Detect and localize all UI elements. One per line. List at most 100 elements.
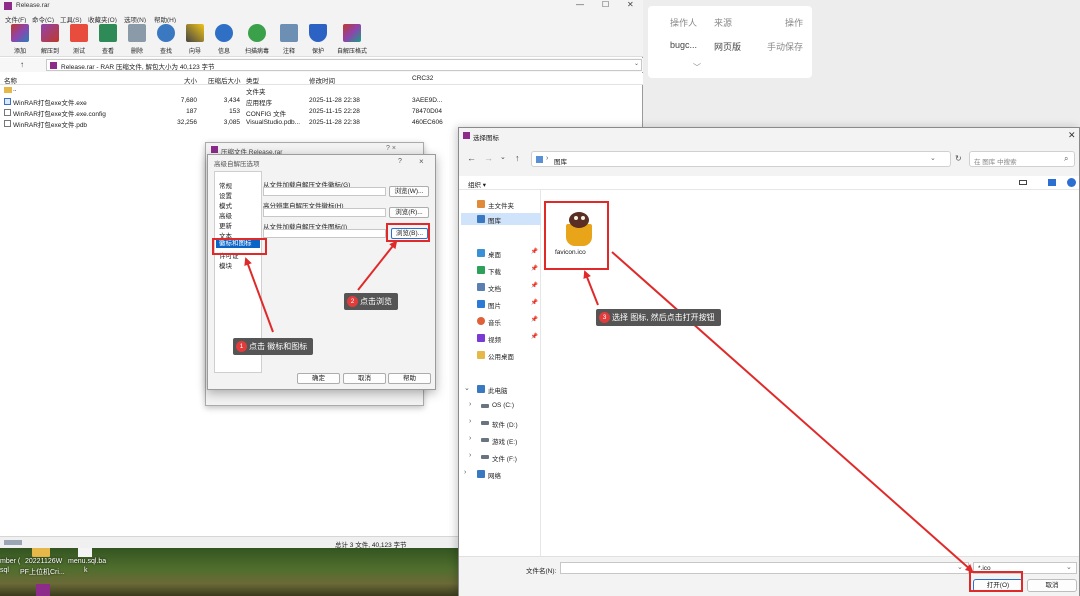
close-icon[interactable]: ✕ bbox=[627, 0, 634, 9]
filename-input[interactable]: ⌄ bbox=[560, 562, 969, 574]
sidebar-item-drive-f[interactable]: › 文件 (F:) bbox=[459, 451, 541, 463]
close-icon[interactable]: ✕ bbox=[1068, 130, 1076, 141]
folder-icon[interactable] bbox=[32, 547, 50, 557]
back-arrow-icon[interactable]: ← bbox=[467, 153, 476, 163]
pin-icon[interactable]: 📌 bbox=[531, 333, 538, 340]
chevron-right-icon[interactable]: › bbox=[469, 401, 471, 408]
document-icon[interactable] bbox=[78, 547, 92, 557]
browse-hires-button[interactable]: 浏览(R)... bbox=[389, 207, 429, 218]
open-button[interactable]: 打开(O) bbox=[973, 579, 1023, 592]
browse-logo-button[interactable]: 浏览(W)... bbox=[389, 186, 429, 197]
sidebar-item-pictures[interactable]: 图片 📌 bbox=[459, 298, 541, 310]
help-button[interactable]: 帮助 bbox=[388, 373, 431, 384]
sidebar-item-drive-c[interactable]: › OS (C:) bbox=[459, 400, 541, 412]
dialog-controls[interactable]: ? × bbox=[386, 145, 396, 152]
chevron-right-icon[interactable]: › bbox=[469, 418, 471, 425]
chevron-down-icon[interactable]: ﹀ bbox=[693, 62, 701, 73]
category-license[interactable]: 许可证 bbox=[219, 250, 239, 260]
pin-icon[interactable]: 📌 bbox=[531, 248, 538, 255]
minimize-icon[interactable]: — bbox=[576, 0, 584, 9]
pin-icon[interactable]: 📌 bbox=[531, 282, 538, 289]
category-advanced[interactable]: 高级 bbox=[219, 210, 232, 220]
winrar-desktop-icon[interactable] bbox=[36, 584, 50, 596]
view-mode-icon[interactable] bbox=[1019, 180, 1027, 185]
sidebar-item-desktop[interactable]: 桌面 📌 bbox=[459, 247, 541, 259]
breadcrumb-gallery[interactable]: 图库 bbox=[554, 156, 567, 166]
ok-button[interactable]: 确定 bbox=[297, 373, 340, 384]
help-icon[interactable] bbox=[1067, 178, 1076, 187]
file-tile[interactable]: favicon.ico bbox=[548, 204, 608, 270]
delete-button[interactable]: 删除 bbox=[123, 24, 151, 56]
desktop-label[interactable]: sql bbox=[0, 567, 9, 574]
help-icon[interactable]: ? bbox=[398, 158, 402, 165]
sidebar-item-drive-d[interactable]: › 软件 (D:) bbox=[459, 417, 541, 429]
pin-icon[interactable]: 📌 bbox=[531, 299, 538, 306]
category-modules[interactable]: 模块 bbox=[219, 260, 232, 270]
maximize-icon[interactable]: ☐ bbox=[602, 0, 609, 9]
sidebar-item-music[interactable]: 音乐 📌 bbox=[459, 315, 541, 327]
search-input[interactable]: 在 图库 中搜索 ⌕ bbox=[969, 151, 1075, 167]
address-field[interactable]: Release.rar - RAR 压缩文件, 解包大小为 40,123 字节 … bbox=[46, 59, 642, 71]
recent-chevron-icon[interactable]: ⌄ bbox=[500, 153, 506, 161]
table-row[interactable]: WinRAR打包exe文件.exe.config 187 153 CONFIG … bbox=[0, 107, 643, 118]
sidebar-item-public-desktop[interactable]: 公用桌面 bbox=[459, 349, 541, 361]
sfx-button[interactable]: 自解压格式 bbox=[335, 24, 369, 56]
category-setup[interactable]: 设置 bbox=[219, 190, 232, 200]
column-packed[interactable]: 压缩后大小 bbox=[208, 75, 241, 85]
column-type[interactable]: 类型 bbox=[246, 75, 259, 85]
desktop-label[interactable]: PF上位机Cri... bbox=[20, 567, 65, 577]
sidebar-item-videos[interactable]: 视频 📌 bbox=[459, 332, 541, 344]
logo-file-input[interactable] bbox=[263, 187, 386, 196]
chevron-down-icon[interactable]: ⌄ bbox=[957, 563, 963, 571]
hires-logo-input[interactable] bbox=[263, 208, 386, 217]
column-modified[interactable]: 修改时间 bbox=[309, 75, 335, 85]
category-text[interactable]: 文本 bbox=[219, 230, 232, 240]
info-button[interactable]: 信息 bbox=[210, 24, 238, 56]
table-row[interactable]: WinRAR打包exe文件.exe 7,680 3,434 应用程序 2025-… bbox=[0, 96, 643, 107]
sidebar-item-downloads[interactable]: 下载 📌 bbox=[459, 264, 541, 276]
chevron-right-icon[interactable]: › bbox=[464, 469, 466, 476]
forward-arrow-icon[interactable]: → bbox=[484, 153, 493, 163]
up-arrow-icon[interactable]: ↑ bbox=[515, 153, 520, 163]
desktop-label[interactable]: k bbox=[84, 567, 88, 574]
category-update[interactable]: 更新 bbox=[219, 220, 232, 230]
extract-to-button[interactable]: 解压到 bbox=[36, 24, 64, 56]
column-name[interactable]: 名称 bbox=[4, 75, 17, 85]
sidebar-item-network[interactable]: › 网络 bbox=[459, 468, 541, 480]
chevron-right-icon[interactable]: › bbox=[469, 452, 471, 459]
category-modes[interactable]: 模式 bbox=[219, 200, 232, 210]
close-icon[interactable]: × bbox=[419, 157, 424, 166]
breadcrumb[interactable]: › 图库 ⌄ bbox=[531, 151, 951, 167]
pin-icon[interactable]: 📌 bbox=[531, 316, 538, 323]
cancel-button[interactable]: 取消 bbox=[343, 373, 386, 384]
sidebar-item-gallery[interactable]: 图库 bbox=[461, 213, 541, 225]
comment-button[interactable]: 注释 bbox=[275, 24, 303, 56]
chevron-right-icon[interactable]: › bbox=[469, 435, 471, 442]
category-general[interactable]: 常规 bbox=[219, 180, 232, 190]
test-button[interactable]: 测试 bbox=[65, 24, 93, 56]
wizard-button[interactable]: 向导 bbox=[181, 24, 209, 56]
desktop-label[interactable]: 20221126W bbox=[25, 558, 62, 565]
protect-button[interactable]: 保护 bbox=[304, 24, 332, 56]
add-button[interactable]: 添加 bbox=[6, 24, 34, 56]
view-button[interactable]: 查看 bbox=[94, 24, 122, 56]
organize-button[interactable]: 组织 ▾ bbox=[468, 179, 486, 189]
chevron-down-icon[interactable]: ⌄ bbox=[1066, 563, 1072, 571]
desktop-label[interactable]: menu.sql.ba bbox=[68, 558, 106, 565]
desktop-label[interactable]: mber ( bbox=[0, 558, 20, 565]
up-arrow-icon[interactable]: ↑ bbox=[20, 60, 24, 69]
chevron-down-icon[interactable]: ⌄ bbox=[634, 60, 639, 67]
cancel-button[interactable]: 取消 bbox=[1027, 579, 1077, 592]
preview-pane-icon[interactable] bbox=[1048, 179, 1056, 186]
chevron-down-icon[interactable]: ⌄ bbox=[464, 384, 470, 392]
sidebar-item-home[interactable]: 主文件夹 bbox=[459, 198, 541, 210]
table-row[interactable]: .. 文件夹 bbox=[0, 85, 643, 96]
sidebar-item-drive-e[interactable]: › 游戏 (E:) bbox=[459, 434, 541, 446]
file-type-select[interactable]: *.ico ⌄ bbox=[973, 562, 1077, 574]
pin-icon[interactable]: 📌 bbox=[531, 265, 538, 272]
browse-icon-button[interactable]: 浏览(B)... bbox=[391, 228, 428, 239]
search-icon[interactable]: ⌕ bbox=[1064, 154, 1068, 164]
virus-scan-button[interactable]: 扫描病毒 bbox=[243, 24, 271, 56]
icon-file-input[interactable] bbox=[263, 229, 386, 238]
column-size[interactable]: 大小 bbox=[184, 75, 197, 85]
